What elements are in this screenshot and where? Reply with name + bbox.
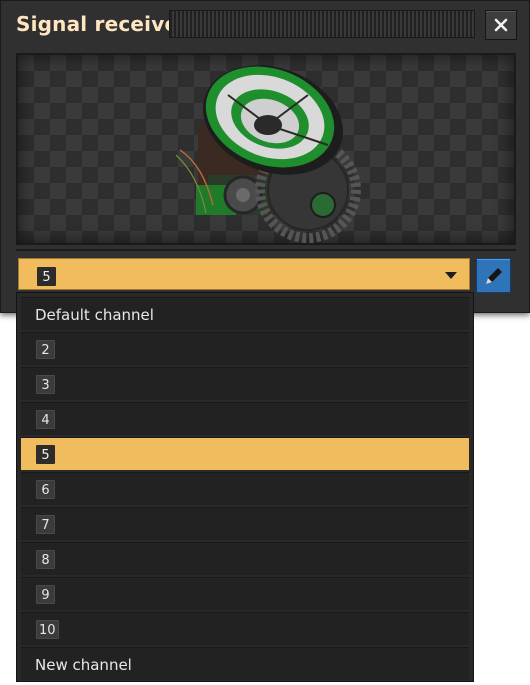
option-channel-6[interactable]: 6 [21, 472, 469, 505]
window-title: Signal receiver [16, 12, 189, 36]
option-label: 3 [36, 375, 55, 394]
pencil-icon [485, 267, 502, 284]
divider [16, 249, 516, 251]
edit-channel-button[interactable] [476, 258, 511, 293]
radar-dish-icon [175, 65, 361, 243]
option-new-channel[interactable]: New channel [21, 647, 469, 680]
option-label: 7 [36, 515, 55, 534]
option-label: 8 [36, 550, 55, 569]
option-label: 9 [36, 585, 55, 604]
option-label: 6 [36, 480, 55, 499]
titlebar: Signal receiver [1, 1, 529, 47]
option-channel-7[interactable]: 7 [21, 507, 469, 540]
option-channel-4[interactable]: 4 [21, 402, 469, 435]
option-label: 2 [36, 340, 55, 359]
option-channel-8[interactable]: 8 [21, 542, 469, 575]
option-label: 4 [36, 410, 55, 429]
option-channel-9[interactable]: 9 [21, 577, 469, 610]
drag-handle[interactable] [169, 10, 475, 38]
channel-dropdown[interactable]: 5 [18, 258, 470, 290]
option-channel-5[interactable]: 5 [21, 437, 469, 470]
selected-channel: 5 [37, 267, 56, 286]
option-label: New channel [35, 656, 132, 674]
entity-preview [16, 53, 516, 245]
option-label: 10 [36, 620, 59, 639]
close-icon [494, 18, 508, 32]
close-button[interactable] [485, 10, 517, 40]
option-channel-2[interactable]: 2 [21, 332, 469, 365]
option-default-channel[interactable]: Default channel [21, 297, 469, 330]
channel-options-list: Default channel 2 3 4 5 6 7 8 9 10 New c… [16, 292, 474, 682]
option-channel-10[interactable]: 10 [21, 612, 469, 645]
option-channel-3[interactable]: 3 [21, 367, 469, 400]
option-label: Default channel [35, 306, 154, 324]
option-label: 5 [36, 445, 55, 464]
chevron-down-icon [445, 272, 457, 279]
